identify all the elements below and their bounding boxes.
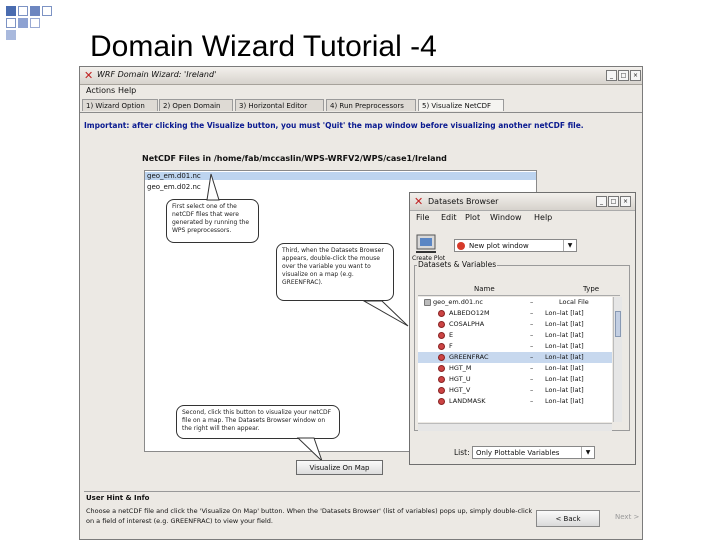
app-icon: ✕ [84,69,94,82]
deco-square [6,18,16,28]
list-filter-select[interactable]: Only Plottable Variables ▼ [472,446,595,459]
callout-first: First select one of the netCDF files tha… [166,199,259,243]
close-icon[interactable]: × [630,70,641,81]
menubar: Actions Help [80,85,642,97]
scrollbar-thumb[interactable] [615,311,621,337]
minimize-icon[interactable]: _ [596,196,607,207]
datasets-browser-title: Datasets Browser [428,197,499,206]
menu-help[interactable]: Help [534,213,552,222]
deco-square [6,6,16,16]
tab-visualize-netcdf[interactable]: 5) Visualize NetCDF [418,99,504,111]
variable-icon [438,398,445,405]
next-button[interactable]: Next > [615,513,639,521]
file-item[interactable]: geo_em.d02.nc [147,183,201,191]
variables-tree[interactable]: geo_em.d01.nc – Local File ALBEDO12M – Lon… [418,297,612,422]
menu-plot[interactable]: Plot [465,213,480,222]
plot-window-icon [457,242,465,250]
slide-title: Domain Wizard Tutorial -4 [90,30,437,63]
app-icon: ✕ [414,195,424,208]
menu-edit[interactable]: Edit [441,213,457,222]
tab-run-preprocessors[interactable]: 4) Run Preprocessors [326,99,416,111]
chevron-down-icon[interactable]: ▼ [563,240,576,251]
menu-help[interactable]: Help [118,86,136,95]
hint-header: User Hint & Info [86,494,150,502]
tree-root-file[interactable]: geo_em.d01.nc – Local File [418,297,612,308]
file-icon [424,299,431,306]
plot-target-select[interactable]: New plot window ▼ [454,239,577,252]
menu-actions[interactable]: Actions [86,86,115,95]
variable-icon [438,321,445,328]
deco-square [6,30,16,40]
callout-third: Third, when the Datasets Browser appears… [276,243,394,301]
hint-body: Choose a netCDF file and click the 'Visu… [86,507,533,525]
horizontal-scrollbar[interactable] [418,423,612,431]
maximize-icon[interactable]: □ [608,196,619,207]
callout-second: Second, click this button to visualize y… [176,405,340,439]
list-filter-value: Only Plottable Variables [476,449,560,457]
back-button[interactable]: < Back [536,510,600,527]
tab-horizontal-editor[interactable]: 3) Horizontal Editor [235,99,324,111]
deco-square [30,6,40,16]
variables-table-header: Name Type [418,285,620,296]
variable-icon [438,354,445,361]
wizard-tabs: 1) Wizard Option 2) Open Domain 3) Horiz… [80,98,642,113]
variable-icon [438,343,445,350]
datasets-browser-window: ✕ Datasets Browser _ □ × File Edit Plot … [409,192,636,465]
visualize-on-map-button[interactable]: Visualize On Map [296,460,383,475]
column-name[interactable]: Name [474,285,495,293]
variable-icon [438,376,445,383]
variable-row[interactable]: HGT_V – Lon–lat [lat] [418,385,612,396]
important-note: Important: after clicking the Visualize … [84,121,584,130]
maximize-icon[interactable]: □ [618,70,629,81]
datasets-browser-titlebar: ✕ Datasets Browser _ □ × [410,193,635,211]
callout-pointer [206,173,220,201]
column-type[interactable]: Type [583,285,599,293]
deco-square [42,6,52,16]
variable-row-selected[interactable]: GREENFRAC – Lon–lat [lat] [418,352,612,363]
variable-icon [438,387,445,394]
datasets-variables-label: Datasets & Variables [417,260,498,269]
close-icon[interactable]: × [620,196,631,207]
vertical-scrollbar[interactable] [613,297,622,422]
window-titlebar: ✕ WRF Domain Wizard: 'Ireland' _ □ × [80,67,642,85]
deco-square [30,18,40,28]
variable-icon [438,332,445,339]
tab-open-domain[interactable]: 2) Open Domain [159,99,233,111]
variable-icon [438,365,445,372]
variable-row[interactable]: LANDMASK – Lon–lat [lat] [418,396,612,407]
chevron-down-icon[interactable]: ▼ [581,447,594,458]
plot-target-value: New plot window [469,242,529,250]
list-filter-label: List: [454,448,470,457]
deco-square [18,6,28,16]
callout-pointer [362,300,409,327]
create-plot-icon[interactable] [414,231,440,255]
variable-row[interactable]: ALBEDO12M – Lon–lat [lat] [418,308,612,319]
domain-wizard-window: ✕ WRF Domain Wizard: 'Ireland' _ □ × Act… [79,66,643,540]
datasets-browser-menubar: File Edit Plot Window Help [410,213,635,225]
variable-row[interactable]: E – Lon–lat [lat] [418,330,612,341]
netcdf-path-label: NetCDF Files in /home/fab/mccaslin/WPS-W… [142,154,447,163]
minimize-icon[interactable]: _ [606,70,617,81]
menu-file[interactable]: File [416,213,429,222]
window-title: WRF Domain Wizard: 'Ireland' [97,70,217,79]
menu-window[interactable]: Window [490,213,522,222]
variable-row[interactable]: HGT_M – Lon–lat [lat] [418,363,612,374]
variable-icon [438,310,445,317]
file-item[interactable]: geo_em.d01.nc [145,172,536,180]
deco-square [18,18,28,28]
variable-row[interactable]: HGT_U – Lon–lat [lat] [418,374,612,385]
variable-row[interactable]: COSALPHA – Lon–lat [lat] [418,319,612,330]
variable-row[interactable]: F – Lon–lat [lat] [418,341,612,352]
tab-wizard-option[interactable]: 1) Wizard Option [82,99,158,111]
